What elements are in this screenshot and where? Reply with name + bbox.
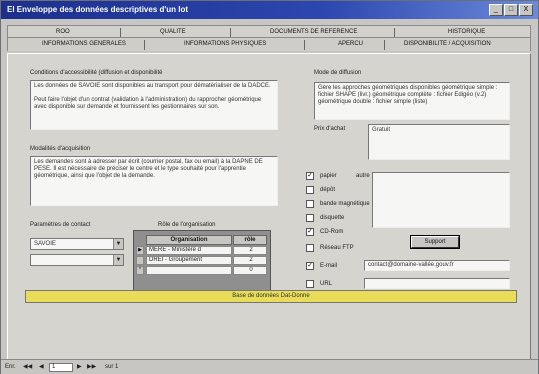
- label-disquette: disquette: [320, 215, 345, 221]
- email-field[interactable]: contact@domaine-vallée.gouv.fr: [364, 260, 510, 271]
- prev-record-icon[interactable]: ◀: [39, 363, 44, 370]
- label-cd-rom: CD-Rom: [320, 229, 344, 235]
- table-cell-role[interactable]: 2: [233, 246, 267, 255]
- checkbox-depot[interactable]: [306, 186, 314, 194]
- support-button[interactable]: Support: [410, 235, 460, 249]
- label-bande-magnetique: bande magnétique: [320, 201, 370, 207]
- row-selector[interactable]: [136, 256, 144, 265]
- url-field[interactable]: [364, 278, 510, 289]
- database-bar: Base de données Dat-Donne: [25, 290, 517, 303]
- label-email: E-mail: [320, 263, 338, 269]
- next-record-icon[interactable]: ▶: [77, 363, 82, 370]
- contact-combo-2[interactable]: ▼: [30, 254, 124, 266]
- tab-qualite[interactable]: QUALITE: [160, 29, 186, 35]
- label-url: URL: [320, 281, 333, 287]
- tab-documents-reference[interactable]: DOCUMENTS DE REFERENCE: [270, 29, 357, 35]
- tab-apercu[interactable]: APERCU: [338, 41, 363, 47]
- main-window: El Enveloppe des données descriptives d'…: [0, 0, 539, 374]
- table-row[interactable]: DREI - Groupement: [146, 256, 232, 265]
- checkbox-bande-magnetique[interactable]: [306, 200, 314, 208]
- chevron-down-icon[interactable]: ▼: [113, 239, 123, 249]
- tab-divider: [304, 40, 305, 50]
- modalites-field[interactable]: Les demandes sont à adresser par écrit (…: [30, 156, 278, 206]
- conditions-field[interactable]: Les données de SAVOIE sont disponibles a…: [30, 80, 278, 130]
- checkbox-url[interactable]: [306, 280, 314, 288]
- parametres-label: Paramètres de contact: [30, 222, 91, 228]
- label-reseau-ftp: Réseau FTP: [320, 245, 354, 251]
- window-title: El Enveloppe des données descriptives d'…: [7, 5, 189, 14]
- checkbox-email[interactable]: ✓: [306, 262, 314, 270]
- tab-strip: ROO QUALITE DOCUMENTS DE REFERENCE HISTO…: [7, 25, 531, 55]
- checkbox-disquette[interactable]: [306, 214, 314, 222]
- prix-label: Prix d'achat: [314, 126, 346, 132]
- contact-combo-1-value: SAVOIE: [34, 241, 56, 247]
- mode-field[interactable]: Gère les approches géométriques disponib…: [314, 82, 510, 120]
- minimize-button[interactable]: _: [489, 4, 503, 16]
- modalites-label: Modalités d'acquisition: [30, 146, 91, 152]
- autre-field[interactable]: [372, 172, 510, 228]
- tab-row-2: INFORMATIONS GENERALES INFORMATIONS PHYS…: [7, 37, 531, 51]
- last-record-icon[interactable]: ▶▶: [87, 363, 96, 370]
- maximize-button[interactable]: □: [504, 4, 518, 16]
- record-index-field[interactable]: 1: [49, 363, 73, 372]
- tab-historique[interactable]: HISTORIQUE: [448, 29, 485, 35]
- checkbox-reseau-ftp[interactable]: [306, 244, 314, 252]
- record-label: Enr.: [5, 364, 16, 370]
- checkbox-papier[interactable]: ✓: [306, 172, 314, 180]
- table-cell-role[interactable]: 2: [233, 256, 267, 265]
- close-button[interactable]: X: [519, 4, 533, 16]
- grid-header-organisation: Organisation: [146, 235, 232, 245]
- table-row[interactable]: MERE - Ministère d: [146, 246, 232, 255]
- row-selector-icon[interactable]: ▶: [136, 246, 144, 255]
- conditions-label: Conditions d'accessibilité (diffusion et…: [30, 70, 163, 76]
- new-row-icon[interactable]: *: [136, 266, 144, 275]
- role-label: Rôle de l'organisation: [158, 222, 216, 228]
- tab-informations-generales[interactable]: INFORMATIONS GENERALES: [42, 41, 126, 47]
- record-total: sur 1: [105, 364, 119, 370]
- autre-label: autre: [356, 173, 370, 179]
- title-bar: El Enveloppe des données descriptives d'…: [1, 1, 538, 19]
- label-depot: dépôt: [320, 187, 336, 193]
- tab-informations-physiques[interactable]: INFORMATIONS PHYSIQUES: [184, 41, 266, 47]
- label-papier: papier: [320, 173, 337, 179]
- tab-roo[interactable]: ROO: [56, 29, 70, 35]
- contact-combo-1[interactable]: SAVOIE ▼: [30, 238, 124, 250]
- table-cell-role[interactable]: 0: [233, 266, 267, 275]
- mode-label: Mode de diffusion: [314, 70, 362, 76]
- tab-divider: [384, 40, 385, 50]
- table-row[interactable]: [146, 266, 232, 275]
- tab-panel: Conditions d'accessibilité (diffusion et…: [7, 53, 531, 365]
- tab-disponibilite-acquisition[interactable]: DISPONIBILITE / ACQUISITION: [404, 41, 491, 47]
- chevron-down-icon[interactable]: ▼: [113, 255, 123, 265]
- first-record-icon[interactable]: ◀◀: [23, 363, 32, 370]
- tab-divider: [144, 40, 145, 50]
- checkbox-cd-rom[interactable]: ✓: [306, 228, 314, 236]
- grid-header-role: rôle: [233, 235, 267, 245]
- record-navigator: Enr. ◀◀ ◀ 1 ▶ ▶▶ sur 1: [1, 359, 538, 374]
- prix-field[interactable]: Gratuit: [368, 124, 510, 160]
